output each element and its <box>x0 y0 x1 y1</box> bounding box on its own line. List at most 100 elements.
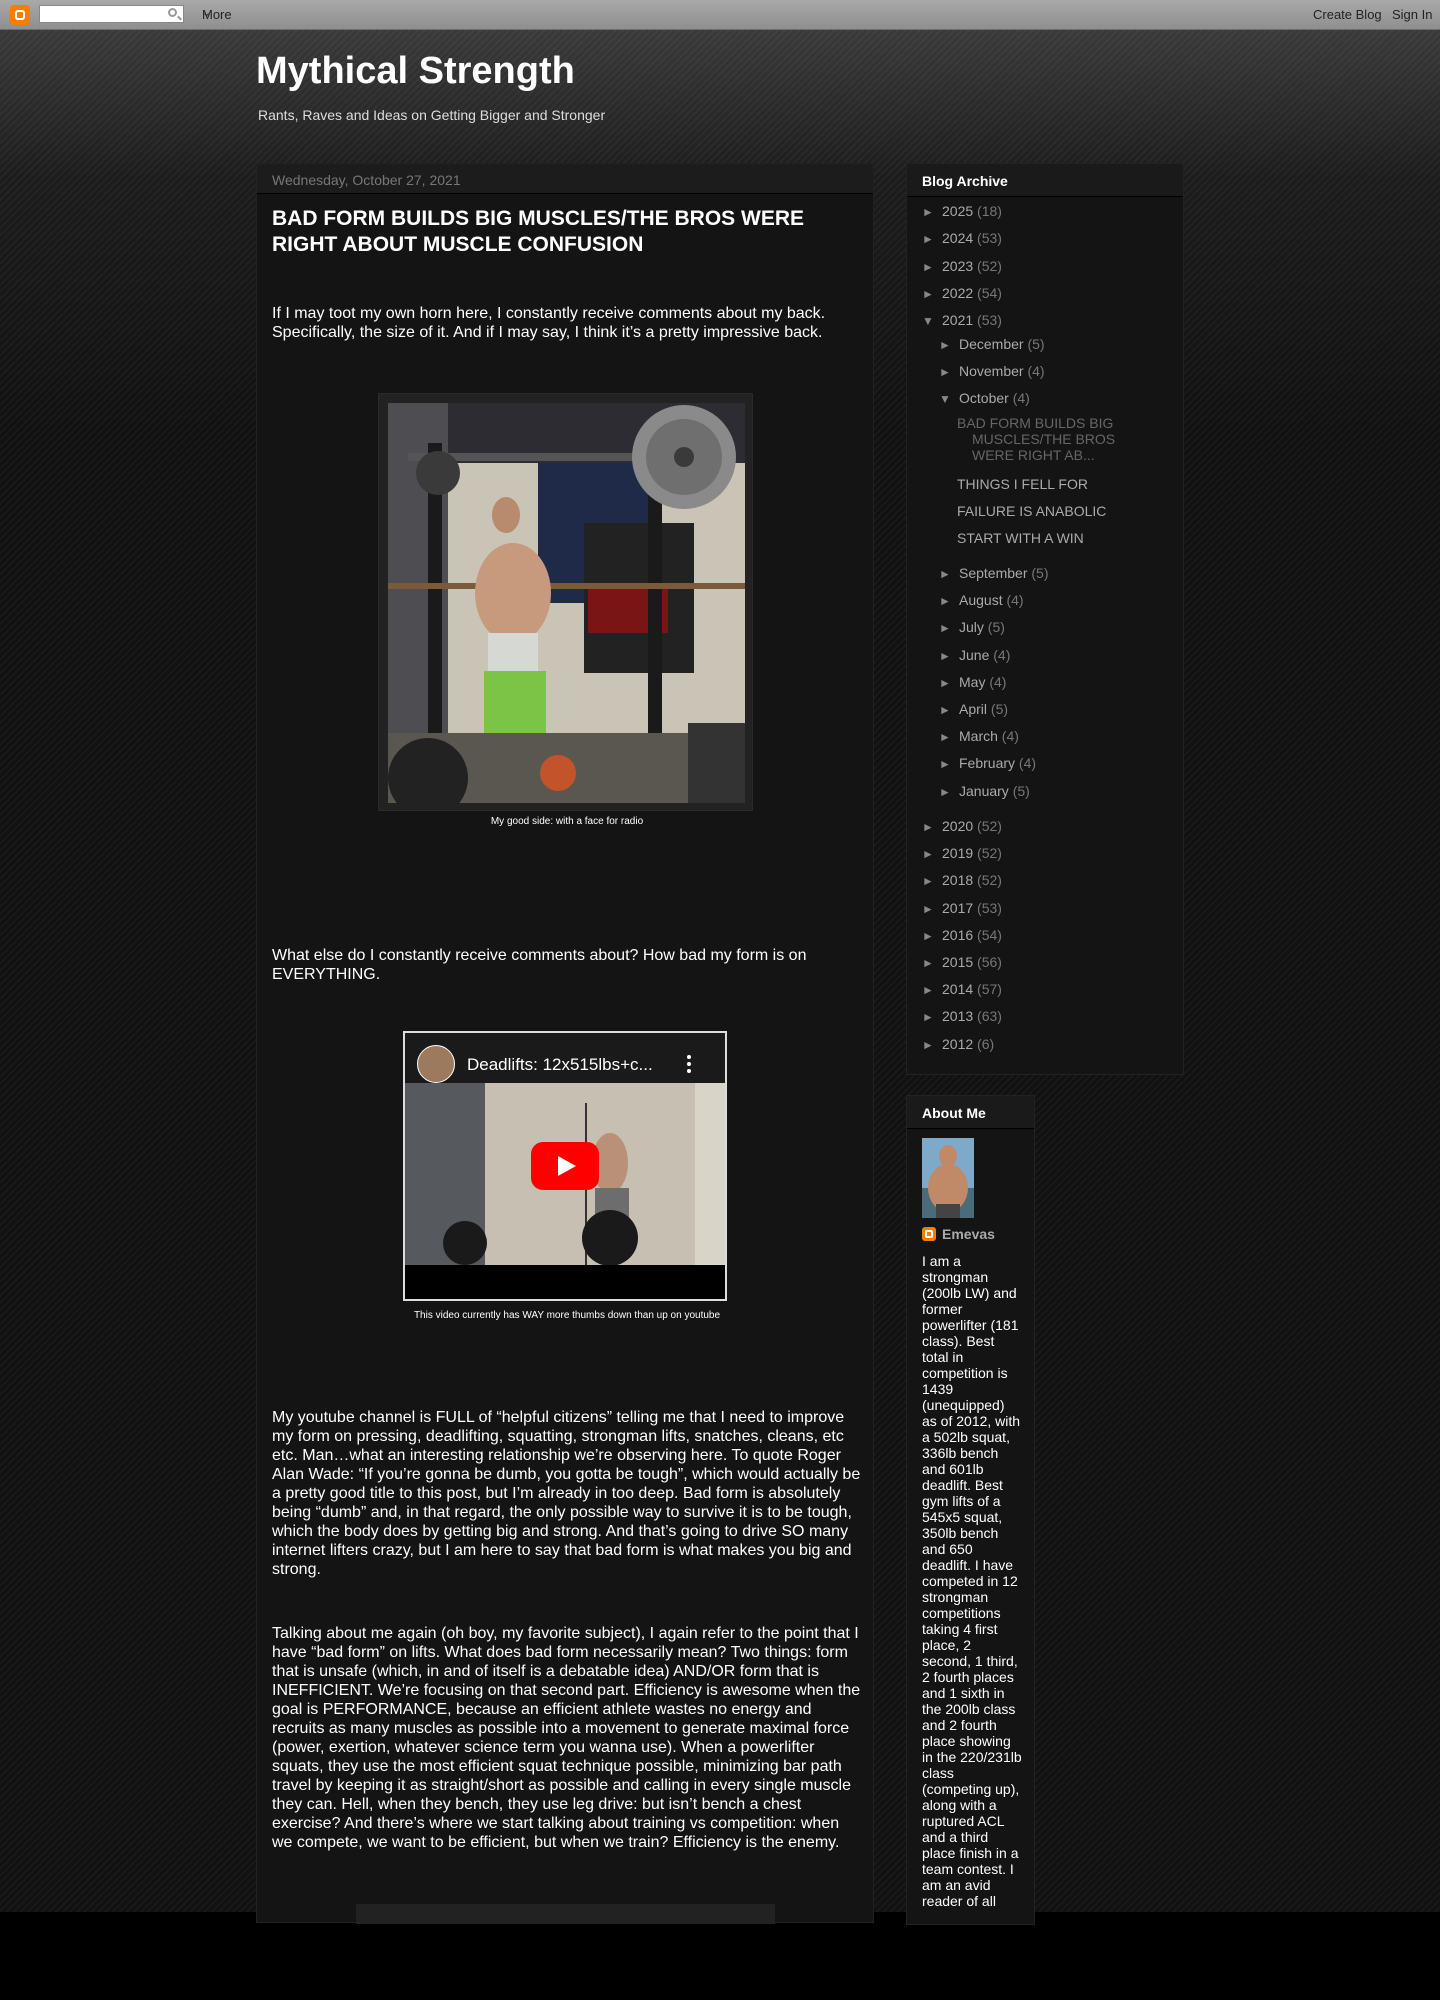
archive-year-2014[interactable]: ► 2014 (57) <box>922 981 1002 997</box>
collapsed-toggle-icon[interactable]: ► <box>922 260 942 274</box>
collapsed-toggle-icon[interactable]: ► <box>922 902 942 916</box>
archive-label[interactable]: 2023 <box>942 258 977 274</box>
archive-post-link[interactable]: START WITH A WIN <box>957 530 1157 546</box>
archive-label[interactable]: June <box>959 647 993 663</box>
archive-label[interactable]: 2020 <box>942 818 977 834</box>
collapsed-toggle-icon[interactable]: ► <box>922 847 942 861</box>
archive-month-may[interactable]: ► May (4) <box>939 674 1006 690</box>
channel-avatar[interactable] <box>417 1045 455 1083</box>
archive-month-march[interactable]: ► March (4) <box>939 728 1019 744</box>
sign-in-link[interactable]: Sign In <box>1392 7 1432 22</box>
archive-month-november[interactable]: ► November (4) <box>939 363 1045 379</box>
archive-label[interactable]: 2018 <box>942 872 977 888</box>
archive-label[interactable]: 2022 <box>942 285 977 301</box>
archive-month-june[interactable]: ► June (4) <box>939 647 1010 663</box>
profile-avatar[interactable] <box>922 1138 974 1218</box>
archive-label[interactable]: 2014 <box>942 981 977 997</box>
collapsed-toggle-icon[interactable]: ► <box>939 567 959 581</box>
archive-label[interactable]: December <box>959 336 1027 352</box>
archive-label[interactable]: January <box>959 783 1013 799</box>
archive-label[interactable]: April <box>959 701 991 717</box>
archive-month-february[interactable]: ► February (4) <box>939 755 1036 771</box>
collapsed-toggle-icon[interactable]: ► <box>939 703 959 717</box>
archive-label[interactable]: 2017 <box>942 900 977 916</box>
collapsed-toggle-icon[interactable]: ► <box>922 1010 942 1024</box>
youtube-video-embed[interactable]: Deadlifts: 12x515lbs+c... <box>403 1031 727 1301</box>
collapsed-toggle-icon[interactable]: ► <box>939 730 959 744</box>
archive-label[interactable]: 2025 <box>942 203 977 219</box>
blog-title[interactable]: Mythical Strength <box>256 50 575 93</box>
profile-name-link[interactable]: Emevas <box>922 1226 995 1242</box>
search-icon[interactable] <box>168 8 177 17</box>
profile-name[interactable]: Emevas <box>942 1226 995 1242</box>
search-input[interactable] <box>39 5 184 23</box>
archive-year-2019[interactable]: ► 2019 (52) <box>922 845 1002 861</box>
archive-month-january[interactable]: ► January (5) <box>939 783 1030 799</box>
archive-label[interactable]: September <box>959 565 1031 581</box>
archive-year-2021[interactable]: ▼ 2021 (53) <box>922 312 1002 328</box>
collapsed-toggle-icon[interactable]: ► <box>922 1038 942 1052</box>
collapsed-toggle-icon[interactable]: ► <box>922 929 942 943</box>
archive-label[interactable]: 2024 <box>942 230 977 246</box>
play-button-icon[interactable] <box>531 1142 599 1190</box>
archive-month-april[interactable]: ► April (5) <box>939 701 1008 717</box>
archive-year-2013[interactable]: ► 2013 (63) <box>922 1008 1002 1024</box>
archive-year-2017[interactable]: ► 2017 (53) <box>922 900 1002 916</box>
blogger-logo-icon[interactable] <box>10 5 30 25</box>
collapsed-toggle-icon[interactable]: ► <box>939 365 959 379</box>
collapsed-toggle-icon[interactable]: ► <box>939 676 959 690</box>
collapsed-toggle-icon[interactable]: ► <box>922 820 942 834</box>
archive-label[interactable]: 2019 <box>942 845 977 861</box>
collapsed-toggle-icon[interactable]: ► <box>922 874 942 888</box>
archive-month-october[interactable]: ▼ October (4) <box>939 390 1030 406</box>
collapsed-toggle-icon[interactable]: ► <box>939 757 959 771</box>
collapsed-toggle-icon[interactable]: ► <box>922 983 942 997</box>
archive-label[interactable]: 2013 <box>942 1008 977 1024</box>
archive-month-september[interactable]: ► September (5) <box>939 565 1049 581</box>
post-title[interactable]: BAD FORM BUILDS BIG MUSCLES/THE BROS WER… <box>272 206 862 258</box>
archive-year-2024[interactable]: ► 2024 (53) <box>922 230 1002 246</box>
archive-month-august[interactable]: ► August (4) <box>939 592 1024 608</box>
archive-year-2015[interactable]: ► 2015 (56) <box>922 954 1002 970</box>
archive-month-july[interactable]: ► July (5) <box>939 619 1005 635</box>
archive-year-2022[interactable]: ► 2022 (54) <box>922 285 1002 301</box>
more-dropdown[interactable]: More ⌄ <box>196 5 344 24</box>
archive-year-2025[interactable]: ► 2025 (18) <box>922 203 1002 219</box>
expanded-toggle-icon[interactable]: ▼ <box>922 314 942 328</box>
collapsed-toggle-icon[interactable]: ► <box>939 338 959 352</box>
collapsed-toggle-icon[interactable]: ► <box>922 232 942 246</box>
archive-month-december[interactable]: ► December (5) <box>939 336 1045 352</box>
archive-label[interactable]: August <box>959 592 1006 608</box>
archive-label[interactable]: 2016 <box>942 927 977 943</box>
collapsed-toggle-icon[interactable]: ► <box>922 205 942 219</box>
collapsed-toggle-icon[interactable]: ► <box>939 594 959 608</box>
collapsed-toggle-icon[interactable]: ► <box>922 287 942 301</box>
archive-label[interactable]: October <box>959 390 1013 406</box>
archive-year-2012[interactable]: ► 2012 (6) <box>922 1036 994 1052</box>
archive-label[interactable]: November <box>959 363 1027 379</box>
collapsed-toggle-icon[interactable]: ► <box>939 649 959 663</box>
archive-label[interactable]: March <box>959 728 1002 744</box>
archive-year-2020[interactable]: ► 2020 (52) <box>922 818 1002 834</box>
archive-year-2023[interactable]: ► 2023 (52) <box>922 258 1002 274</box>
archive-label[interactable]: May <box>959 674 989 690</box>
collapsed-toggle-icon[interactable]: ► <box>922 956 942 970</box>
expanded-toggle-icon[interactable]: ▼ <box>939 392 959 406</box>
archive-label[interactable]: July <box>959 619 988 635</box>
archive-count: (5) <box>1012 782 1030 799</box>
archive-label[interactable]: 2015 <box>942 954 977 970</box>
create-blog-link[interactable]: Create Blog <box>1313 7 1382 22</box>
archive-post-link[interactable]: FAILURE IS ANABOLIC <box>957 503 1157 519</box>
archive-label[interactable]: 2012 <box>942 1036 977 1052</box>
video-menu-icon[interactable] <box>687 1055 691 1073</box>
archive-post-link[interactable]: THINGS I FELL FOR <box>957 476 1157 492</box>
post-image[interactable] <box>388 403 745 803</box>
archive-year-2016[interactable]: ► 2016 (54) <box>922 927 1002 943</box>
archive-label[interactable]: February <box>959 755 1019 771</box>
collapsed-toggle-icon[interactable]: ► <box>939 621 959 635</box>
archive-label[interactable]: 2021 <box>942 312 977 328</box>
archive-year-2018[interactable]: ► 2018 (52) <box>922 872 1002 888</box>
video-title[interactable]: Deadlifts: 12x515lbs+c... <box>467 1055 653 1075</box>
collapsed-toggle-icon[interactable]: ► <box>939 785 959 799</box>
archive-post-link[interactable]: BAD FORM BUILDS BIG MUSCLES/THE BROS WER… <box>957 415 1127 463</box>
